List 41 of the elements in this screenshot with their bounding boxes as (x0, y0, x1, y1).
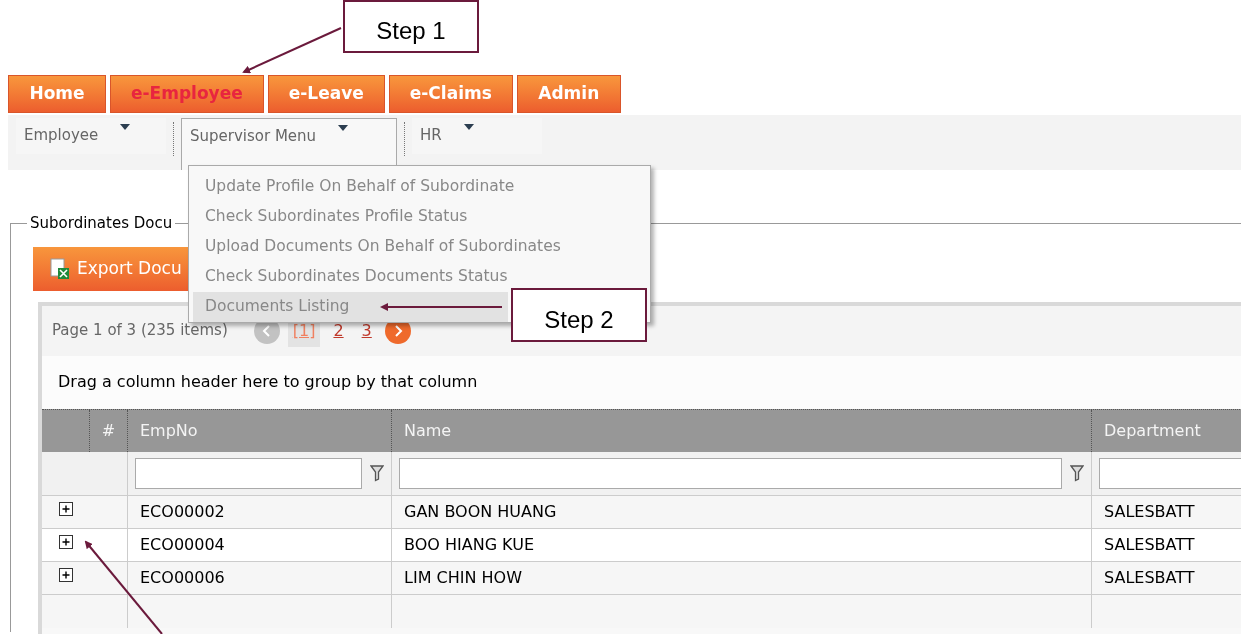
nav-tab[interactable]: Admin (516, 75, 621, 113)
table-cell-text: SALESBATT (1103, 500, 1196, 523)
table-cell: ECO00002 (128, 495, 392, 528)
nav-tab[interactable]: e-Leave (267, 75, 385, 113)
pager-summary: Page 1 of 3 (235 items) (52, 320, 228, 342)
menu-item[interactable]: Update Profile On Behalf of Subordinate (193, 172, 650, 202)
table-cell-text: SALESBATT (1103, 566, 1196, 589)
table-cell: LIM CHIN HOW (392, 561, 1092, 594)
menu-item[interactable]: Documents Listing (193, 292, 508, 322)
filter-field[interactable] (135, 457, 362, 489)
chevron-right-icon (392, 324, 403, 337)
caret-icon (338, 125, 349, 131)
table-cell: ECO00006 (128, 561, 392, 594)
nav-tab[interactable]: Home (8, 75, 106, 113)
expand-icon[interactable] (59, 501, 73, 516)
caret-icon (463, 124, 474, 130)
table-cell: BOO HIANG KUE (392, 528, 1092, 561)
step-tooltip: Step 2 (511, 288, 647, 342)
caret-icon (120, 124, 131, 130)
chevron-left-icon (261, 324, 272, 337)
expand-icon[interactable] (59, 567, 73, 582)
column-header[interactable]: Department (1092, 409, 1241, 452)
expand-icon[interactable] (59, 534, 73, 549)
filter-field[interactable] (1099, 457, 1241, 489)
menu-item[interactable]: Check Subordinates Profile Status (193, 202, 650, 232)
submenu-item[interactable]: Supervisor Menu (181, 118, 397, 170)
nav-tab[interactable]: e-Employee (110, 75, 264, 113)
step-tooltip: Step 1 (343, 0, 479, 53)
group-by-hint: Drag a column header here to group by that column (58, 371, 478, 393)
filter-icon[interactable] (370, 464, 384, 482)
filter-icon[interactable] (1070, 464, 1084, 482)
table-cell: GAN BOON HUANG (392, 495, 1092, 528)
column-header[interactable]: EmpNo (128, 409, 392, 452)
table-cell-text: SALESBATT (1103, 533, 1196, 556)
filter-field[interactable] (399, 457, 1062, 489)
section-title: Subordinates Docu (29, 213, 174, 234)
nav-tab[interactable]: e-Claims (388, 75, 513, 113)
column-header[interactable]: # (90, 409, 128, 452)
table-cell: ECO00004 (128, 528, 392, 561)
spreadsheet-icon (49, 257, 71, 280)
column-header[interactable]: Name (392, 409, 1092, 452)
